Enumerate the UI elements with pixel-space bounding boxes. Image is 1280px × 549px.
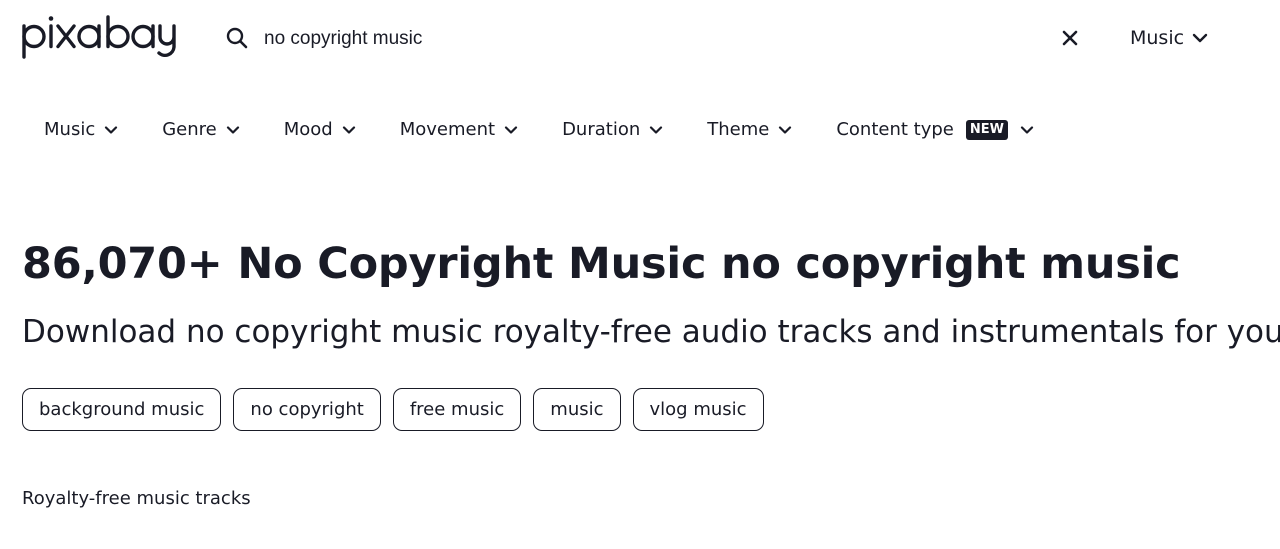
filter-content-type[interactable]: Content type NEW <box>814 110 1056 150</box>
tag-free-music[interactable]: free music <box>392 388 522 431</box>
filter-label: Duration <box>562 119 641 140</box>
filter-mood[interactable]: Mood <box>262 110 378 150</box>
page-title: 86,070+ No Copyright Music no copyright … <box>22 239 1181 289</box>
new-badge: NEW <box>965 120 1008 140</box>
media-type-dropdown[interactable]: Music <box>1130 26 1208 50</box>
tag-vlog-music[interactable]: vlog music <box>632 388 764 431</box>
chevron-down-icon <box>1020 126 1034 134</box>
chevron-down-icon <box>650 126 663 134</box>
search-input[interactable]: no copyright music <box>264 27 422 51</box>
search-icon[interactable] <box>226 27 248 49</box>
filter-label: Music <box>44 119 96 140</box>
chevron-down-icon <box>1192 33 1208 43</box>
filter-label: Mood <box>283 119 333 140</box>
chevron-down-icon <box>779 126 792 134</box>
filter-music[interactable]: Music <box>22 110 140 150</box>
media-type-label: Music <box>1130 27 1185 49</box>
filter-label: Theme <box>707 119 770 140</box>
filter-label: Genre <box>162 119 217 140</box>
page-subtitle: Download no copyright music royalty-free… <box>22 314 1280 350</box>
tag-music[interactable]: music <box>533 388 621 431</box>
filter-genre[interactable]: Genre <box>140 110 262 150</box>
pixabay-logo-wordmark <box>22 15 176 59</box>
filter-bar: Music Genre Mood Movement Duration Theme… <box>22 110 1056 150</box>
chevron-down-icon <box>342 126 355 134</box>
filter-movement[interactable]: Movement <box>378 110 540 150</box>
chevron-down-icon <box>105 126 118 134</box>
close-icon <box>1062 30 1078 46</box>
chevron-down-icon <box>226 126 239 134</box>
tag-no-copyright[interactable]: no copyright <box>233 388 381 431</box>
clear-search-button[interactable] <box>1058 26 1082 50</box>
filter-duration[interactable]: Duration <box>540 110 685 150</box>
pixabay-logo[interactable] <box>22 14 180 64</box>
filter-label: Content type <box>836 119 954 140</box>
filter-label: Movement <box>399 119 496 140</box>
section-label: Royalty-free music tracks <box>22 488 251 509</box>
related-tags: background music no copyright free music… <box>22 388 764 431</box>
chevron-down-icon <box>504 126 518 134</box>
tag-background-music[interactable]: background music <box>22 388 222 431</box>
filter-theme[interactable]: Theme <box>685 110 814 150</box>
